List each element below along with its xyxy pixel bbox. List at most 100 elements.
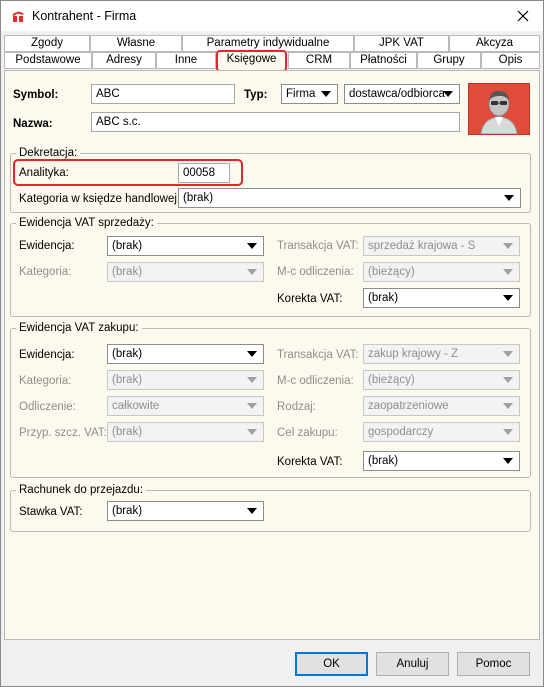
nazwa-label: Nazwa: [13,118,53,130]
zak-odliczenie-select: całkowite [107,396,264,416]
zak-korekta-value: (brak) [368,455,399,467]
zak-kategoria-select: (brak) [107,370,264,390]
stawka-label: Stawka VAT: [19,506,83,518]
dialog-window: Kontrahent - Firma Zgody Własne Parametr… [0,0,544,687]
chevron-down-icon [247,269,257,275]
chevron-down-icon [443,91,453,97]
tab-podstawowe[interactable]: Podstawowe [4,52,92,69]
zak-transakcja-label: Transakcja VAT: [277,349,359,361]
tab-opis[interactable]: Opis [481,52,540,69]
zak-przyp-value: (brak) [112,426,143,438]
sprz-kategoria-label: Kategoria: [19,266,72,278]
chevron-down-icon [247,377,257,383]
sprz-transakcja-label: Transakcja VAT: [277,240,359,252]
contractor-avatar [468,83,530,135]
tab-jpk-vat[interactable]: JPK VAT [354,35,449,52]
app-logo-icon [12,11,24,22]
chevron-down-icon [503,269,513,275]
sprz-kategoria-select: (brak) [107,262,264,282]
zak-rodzaj-label: Rodzaj: [277,401,316,413]
chevron-down-icon [503,295,513,301]
sprz-mc-value: (bieżący) [368,266,415,278]
sprz-transakcja-value: sprzedaż krajowa - S [368,240,476,252]
role-select[interactable]: dostawca/odbiorca [344,84,460,104]
zak-transakcja-value: zakup krajowy - Z [368,348,459,360]
tab-wlasne[interactable]: Własne [90,35,182,52]
close-button[interactable] [511,4,535,28]
chevron-down-icon [247,508,257,514]
chevron-down-icon [503,377,513,383]
chevron-down-icon [503,429,513,435]
active-tab-highlight [216,50,287,72]
vat-sprzedazy-title: Ewidencja VAT sprzedaży: [16,217,157,229]
typ-select[interactable]: Firma [281,84,338,104]
chevron-down-icon [504,195,514,201]
sprz-kategoria-value: (brak) [112,266,143,278]
sprz-ewidencja-label: Ewidencja: [19,240,75,252]
tab-crm[interactable]: CRM [288,52,350,69]
role-select-value: dostawca/odbiorca [349,88,445,100]
title-bar: Kontrahent - Firma [1,1,543,31]
sprz-transakcja-select: sprzedaż krajowa - S [363,236,520,256]
zak-cel-value: gospodarczy [368,426,434,438]
zak-przyp-select: (brak) [107,422,264,442]
pomoc-button[interactable]: Pomoc [457,652,530,676]
chevron-down-icon [247,351,257,357]
zak-cel-label: Cel zakupu: [277,427,338,439]
tab-inne[interactable]: Inne [156,52,216,69]
sprz-mc-label: M-c odliczenia: [277,266,354,278]
symbol-label: Symbol: [13,89,59,101]
zak-kategoria-value: (brak) [112,374,143,386]
zak-korekta-select[interactable]: (brak) [363,451,520,471]
window-title: Kontrahent - Firma [32,9,137,23]
zak-mc-value: (bieżący) [368,374,415,386]
typ-select-value: Firma [286,88,316,100]
rachunek-group [10,490,531,532]
zak-rodzaj-value: zaopatrzeniowe [368,400,449,412]
anuluj-button[interactable]: Anuluj [376,652,449,676]
zak-ewidencja-value: (brak) [112,348,143,360]
zak-rodzaj-select: zaopatrzeniowe [363,396,520,416]
kategoria-ksiega-value: (brak) [183,192,214,204]
kategoria-ksiega-select[interactable]: (brak) [178,188,521,208]
zak-mc-label: M-c odliczenia: [277,375,354,387]
chevron-down-icon [503,243,513,249]
typ-label: Typ: [244,89,268,101]
stawka-value: (brak) [112,505,143,517]
nazwa-input[interactable]: ABC s.c. [91,112,460,132]
zak-mc-select: (bieżący) [363,370,520,390]
tab-platnosci[interactable]: Płatności [350,52,417,69]
zak-przyp-label: Przyp. szcz. VAT: [19,427,107,439]
rachunek-title: Rachunek do przejazdu: [16,484,147,496]
zak-odliczenie-label: Odliczenie: [19,401,76,413]
sprz-korekta-select[interactable]: (brak) [363,288,520,308]
zak-kategoria-label: Kategoria: [19,375,72,387]
chevron-down-icon [503,351,513,357]
ok-button[interactable]: OK [295,652,368,676]
chevron-down-icon [247,243,257,249]
symbol-input[interactable]: ABC [91,84,235,104]
sprz-mc-select: (bieżący) [363,262,520,282]
chevron-down-icon [321,91,331,97]
zak-cel-select: gospodarczy [363,422,520,442]
sprz-ewidencja-select[interactable]: (brak) [107,236,264,256]
zak-ewidencja-select[interactable]: (brak) [107,344,264,364]
close-icon [517,10,529,22]
stawka-select[interactable]: (brak) [107,501,264,521]
tab-akcyza[interactable]: Akcyza [449,35,540,52]
chevron-down-icon [503,458,513,464]
zak-ewidencja-label: Ewidencja: [19,349,75,361]
vat-zakupu-title: Ewidencja VAT zakupu: [16,322,142,334]
zak-korekta-label: Korekta VAT: [277,456,343,468]
person-icon [480,90,518,135]
kategoria-ksiega-label: Kategoria w księdze handlowej: [19,193,181,205]
analityka-highlight [13,159,243,186]
tab-adresy[interactable]: Adresy [92,52,156,69]
sprz-korekta-value: (brak) [368,292,399,304]
zak-odliczenie-value: całkowite [112,400,160,412]
tab-zgody[interactable]: Zgody [4,35,90,52]
tab-grupy[interactable]: Grupy [417,52,481,69]
chevron-down-icon [247,429,257,435]
sprz-korekta-label: Korekta VAT: [277,293,343,305]
dekretacja-title: Dekretacja: [16,147,81,159]
